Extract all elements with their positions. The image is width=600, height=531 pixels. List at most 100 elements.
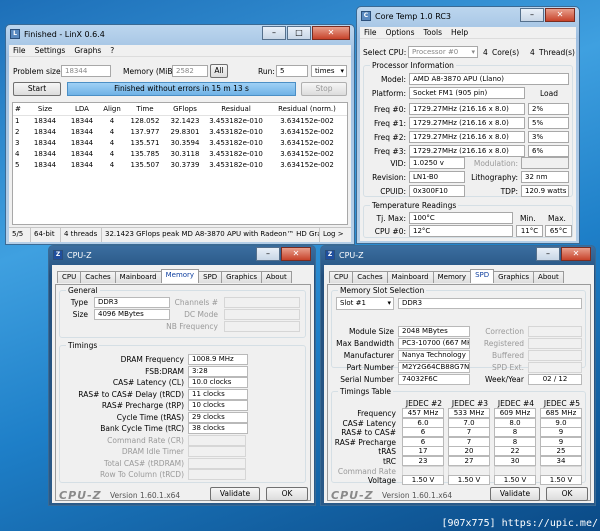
stop-button[interactable]: Stop xyxy=(301,82,347,96)
minimize-button[interactable]: – xyxy=(256,247,280,261)
table-row[interactable]: 1 18344 18344 4 128.052 32.1423 3.453182e-010 3… xyxy=(13,115,347,126)
timing-cell: 609 MHz xyxy=(494,408,536,418)
timing-cell: 27 xyxy=(448,456,490,466)
column-header[interactable]: Residual xyxy=(205,104,267,116)
log-button[interactable]: Log > xyxy=(320,228,350,242)
column-header[interactable]: Time xyxy=(125,104,165,116)
cpuz-window-title: CPU-Z xyxy=(339,250,364,260)
tab-memory[interactable]: Memory xyxy=(160,269,200,283)
timing-value: 1008.9 MHz xyxy=(188,354,248,365)
validate-button[interactable]: Validate xyxy=(490,487,540,501)
timing-cell: 6.0 xyxy=(402,417,444,428)
tab-graphics[interactable]: Graphics xyxy=(493,271,535,283)
column-header[interactable]: # xyxy=(13,104,25,116)
status-threads: 4 threads xyxy=(61,228,102,242)
cpuz-tabbar: CPU Caches Mainboard Memory SPD Graphics About xyxy=(329,269,564,283)
run-unit-select[interactable]: times ▾ xyxy=(311,65,347,77)
menu-options[interactable]: Options xyxy=(386,28,415,37)
status-progress: 5/5 xyxy=(9,228,31,242)
table-cell: 3.453182e-010 xyxy=(209,116,263,125)
tab-cpu[interactable]: CPU xyxy=(57,271,82,283)
close-button[interactable]: ✕ xyxy=(312,26,350,40)
cpuz-tabbar: CPU Caches Mainboard Memory SPD Graphics About xyxy=(57,269,292,283)
maximize-button[interactable]: □ xyxy=(287,26,311,40)
timing-row-label: Frequency xyxy=(357,409,396,418)
ok-button[interactable]: OK xyxy=(546,487,588,501)
menu-file[interactable]: File xyxy=(13,46,26,55)
minimize-button[interactable]: – xyxy=(520,8,544,22)
menu-help[interactable]: ? xyxy=(110,46,114,55)
tab-memory[interactable]: Memory xyxy=(432,271,472,283)
validate-button[interactable]: Validate xyxy=(210,487,260,501)
platform-label: Platform: xyxy=(371,89,406,98)
tab-about[interactable]: About xyxy=(261,271,292,283)
table-cell: 3.634152e-002 xyxy=(280,127,334,136)
minimize-button[interactable]: – xyxy=(536,247,560,261)
run-input[interactable]: 5 xyxy=(276,65,308,77)
column-header[interactable]: Residual (norm.) xyxy=(267,104,347,116)
column-header[interactable]: Size xyxy=(25,104,65,116)
tab-cpu[interactable]: CPU xyxy=(329,271,354,283)
tab-caches[interactable]: Caches xyxy=(352,271,388,283)
timing-cell: 22 xyxy=(494,446,536,457)
tab-spd[interactable]: SPD xyxy=(198,271,223,283)
problem-size-input[interactable]: 18344 xyxy=(61,65,111,77)
timing-label: Row To Column (tRCD) xyxy=(99,470,184,479)
menu-file[interactable]: File xyxy=(364,28,377,37)
menu-tools[interactable]: Tools xyxy=(424,28,442,37)
table-row[interactable]: 4 18344 18344 4 135.785 30.3118 3.453182e-010 3… xyxy=(13,148,347,159)
start-button[interactable]: Start xyxy=(13,82,61,96)
column-header[interactable]: LDA xyxy=(65,104,99,116)
timing-cell: 1.50 V xyxy=(540,475,582,486)
spd-ext-value xyxy=(528,362,582,373)
table-row[interactable]: 3 18344 18344 4 135.571 30.3594 3.453182e-010 3… xyxy=(13,137,347,148)
cpuz-app-icon: Z xyxy=(53,250,63,260)
module-size-label: Module Size xyxy=(348,327,394,336)
ok-button[interactable]: OK xyxy=(266,487,308,501)
modulation-value xyxy=(521,157,569,169)
timing-row-label: CAS# Latency xyxy=(342,418,396,428)
menu-help[interactable]: Help xyxy=(451,28,468,37)
cpuz-memory-window: Z CPU-Z – ✕ CPU Caches Mainboard Memory SPD Gra… xyxy=(48,245,316,506)
memory-input[interactable]: 2582 xyxy=(172,65,208,77)
max-bandwidth-label: Max Bandwidth xyxy=(336,339,394,348)
vid-label: VID: xyxy=(390,159,406,168)
timing-cell: 1.50 V xyxy=(448,475,490,486)
tab-about[interactable]: About xyxy=(533,271,564,283)
tdp-value: 120.9 watts xyxy=(521,185,569,197)
table-cell: 2 xyxy=(15,127,20,136)
close-button[interactable]: ✕ xyxy=(561,247,591,261)
type-value: DDR3 xyxy=(94,297,170,308)
tab-mainboard[interactable]: Mainboard xyxy=(114,271,162,283)
tab-caches[interactable]: Caches xyxy=(80,271,116,283)
slot-select[interactable]: Slot #1 ▾ xyxy=(336,297,394,310)
menu-graphs[interactable]: Graphs xyxy=(74,46,101,55)
table-cell: 135.785 xyxy=(130,149,160,158)
table-cell: 4 xyxy=(109,149,115,158)
core-load-value: 3% xyxy=(528,131,569,143)
table-cell: 3.453182e-010 xyxy=(209,149,263,158)
processor-info-title: Processor Information xyxy=(370,61,456,70)
freq-label: Freq #0: xyxy=(373,105,406,114)
select-cpu-label: Select CPU: xyxy=(363,48,407,57)
close-button[interactable]: ✕ xyxy=(281,247,311,261)
menu-settings[interactable]: Settings xyxy=(35,46,66,55)
column-header[interactable]: Align xyxy=(99,104,125,116)
close-button[interactable]: ✕ xyxy=(545,8,575,22)
table-cell: 3.634152e-002 xyxy=(280,160,334,169)
minimize-button[interactable]: – xyxy=(262,26,286,40)
all-button[interactable]: All xyxy=(210,64,228,78)
table-row[interactable]: 2 18344 18344 4 137.977 29.8301 3.453182e-010 3… xyxy=(13,126,347,137)
table-row[interactable]: 5 18344 18344 4 135.507 30.3739 3.453182e-010 3… xyxy=(13,159,347,170)
tab-spd[interactable]: SPD xyxy=(470,269,495,283)
timing-row-label: Command Rate xyxy=(337,466,396,476)
tdp-label: TDP: xyxy=(500,187,518,196)
tab-mainboard[interactable]: Mainboard xyxy=(386,271,434,283)
column-header[interactable]: GFlops xyxy=(165,104,205,116)
linx-window-title: Finished - LinX 0.6.4 xyxy=(24,29,105,39)
cpuz-version: Version 1.60.1.x64 xyxy=(110,491,181,500)
cpu-select[interactable]: Processor #0 ▾ xyxy=(408,46,478,58)
threads-label: Thread(s) xyxy=(539,48,575,57)
tab-graphics[interactable]: Graphics xyxy=(221,271,263,283)
table-cell: 18344 xyxy=(33,127,57,136)
